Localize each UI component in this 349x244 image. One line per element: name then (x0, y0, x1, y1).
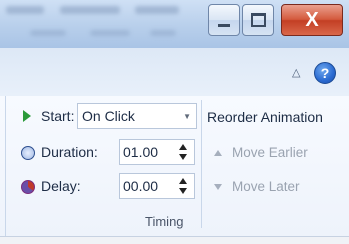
stepper-up-icon[interactable] (179, 178, 187, 184)
move-later-icon (214, 184, 222, 190)
blurred-ribbon-tabs (0, 0, 210, 48)
move-later-button[interactable]: Move Later (232, 179, 300, 194)
start-label: Start: (41, 108, 75, 124)
group-separator-right (201, 100, 202, 228)
maximize-icon (250, 13, 266, 27)
clock-icon (21, 146, 35, 160)
close-button[interactable]: X (281, 4, 343, 36)
help-button[interactable]: ? (314, 62, 336, 84)
delay-stepper[interactable] (178, 176, 188, 196)
delay-icon (21, 180, 35, 194)
close-icon: X (305, 8, 319, 31)
stepper-down-icon[interactable] (179, 188, 187, 194)
timing-group-label: Timing (145, 214, 184, 229)
duration-label: Duration: (41, 144, 98, 160)
delay-label: Delay: (41, 178, 81, 194)
minimize-icon (218, 23, 230, 27)
caret-up-icon[interactable]: △ (292, 66, 300, 79)
play-icon (23, 110, 31, 122)
minimize-button[interactable] (208, 4, 240, 36)
start-select[interactable]: On Click ▼ (77, 103, 197, 129)
group-separator-left (5, 96, 6, 236)
maximize-button[interactable] (242, 4, 274, 36)
stepper-down-icon[interactable] (179, 154, 187, 160)
reorder-animation-title: Reorder Animation (207, 109, 323, 125)
title-bar: X (0, 0, 349, 48)
move-earlier-icon (214, 150, 222, 156)
delay-value: 00.00 (123, 178, 159, 194)
duration-stepper[interactable] (178, 142, 188, 162)
chevron-down-icon: ▼ (183, 112, 191, 121)
duration-value: 01.00 (123, 144, 159, 160)
start-select-value: On Click (82, 108, 135, 124)
move-earlier-button[interactable]: Move Earlier (232, 145, 308, 160)
help-icon: ? (320, 65, 330, 81)
duration-field[interactable]: 01.00 (119, 139, 195, 165)
stepper-up-icon[interactable] (179, 144, 187, 150)
delay-field[interactable]: 00.00 (119, 173, 195, 199)
